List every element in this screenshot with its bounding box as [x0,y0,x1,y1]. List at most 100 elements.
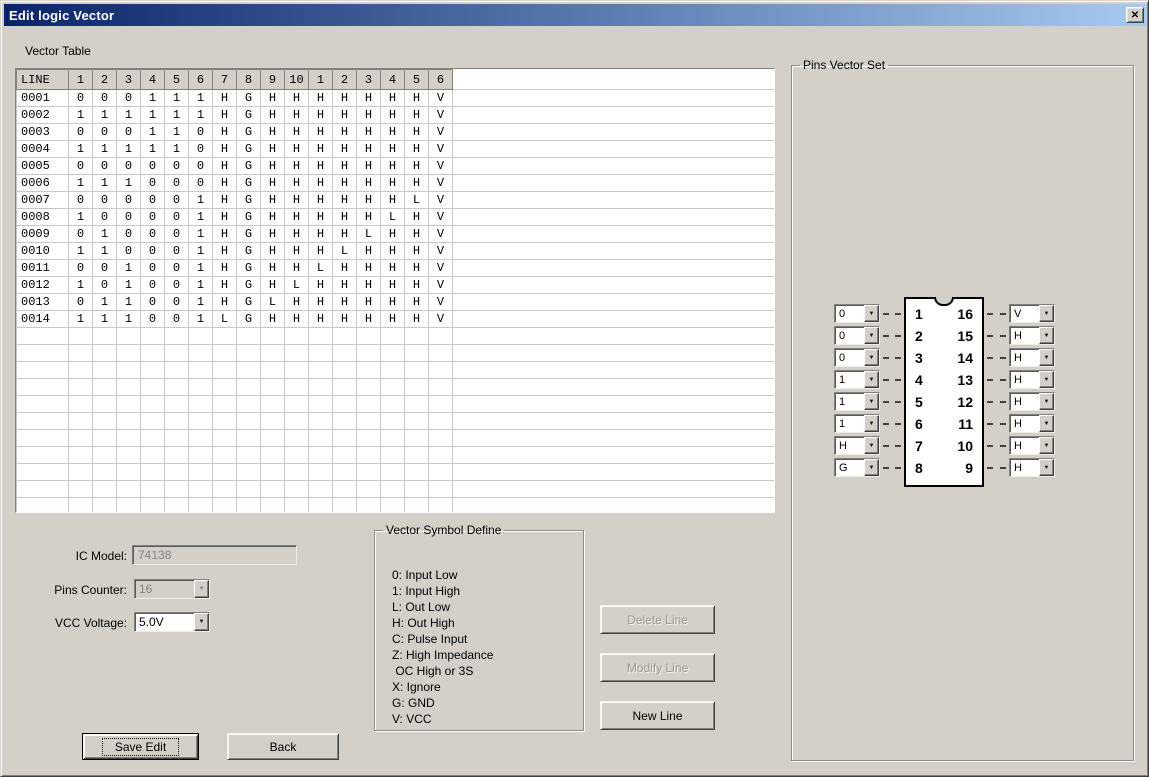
pin-row: H▼ [984,414,1055,433]
table-row[interactable]: 0006111000HGHHHHHHHV [17,175,775,192]
table-row[interactable]: 0013011001HGLHHHHHHV [17,294,775,311]
vector-cell: H [285,260,309,277]
pin-10-select[interactable]: H▼ [1009,436,1055,455]
chevron-down-icon[interactable]: ▼ [1039,305,1054,322]
vector-cell [381,396,405,413]
new-line-button[interactable]: New Line [600,701,715,730]
vector-cell: 0 [117,209,141,226]
vector-cell [405,328,429,345]
table-row[interactable]: 0004111110HGHHHHHHHV [17,141,775,158]
chevron-down-icon[interactable]: ▼ [1039,393,1054,410]
pin-14-select[interactable]: H▼ [1009,348,1055,367]
pin-4-select[interactable]: 1▼ [834,370,880,389]
table-row[interactable]: 0002111111HGHHHHHHHV [17,107,775,124]
chevron-down-icon[interactable]: ▼ [864,327,879,344]
pin-12-select[interactable]: H▼ [1009,392,1055,411]
vector-cell: H [405,90,429,107]
table-row[interactable]: 0007000001HGHHHHHHLV [17,192,775,209]
chevron-down-icon[interactable]: ▼ [194,613,209,631]
vector-cell: V [429,311,453,328]
vector-cell [165,430,189,447]
vector-table[interactable]: LINE123456789101234560001000111HGHHHHHHH… [15,68,775,513]
titlebar[interactable]: Edit logic Vector ✕ [4,4,1147,26]
pin-6-select[interactable]: 1▼ [834,414,880,433]
table-row[interactable]: 0010110001HGHHHLHHHV [17,243,775,260]
pin-5-select[interactable]: 1▼ [834,392,880,411]
pin-15-select[interactable]: H▼ [1009,326,1055,345]
line-number-cell [17,345,69,362]
chevron-down-icon[interactable]: ▼ [864,371,879,388]
pin-13-select[interactable]: H▼ [1009,370,1055,389]
chevron-down-icon[interactable]: ▼ [1039,349,1054,366]
pin-2-select[interactable]: 0▼ [834,326,880,345]
back-label: Back [270,740,297,754]
pin-11-select[interactable]: H▼ [1009,414,1055,433]
vector-cell: H [309,107,333,124]
table-row[interactable]: 0012101001HGHLHHHHHV [17,277,775,294]
vector-cell [381,413,405,430]
vector-cell: H [357,192,381,209]
vector-cell: H [309,175,333,192]
chevron-down-icon[interactable]: ▼ [864,349,879,366]
pin-16-select[interactable]: V▼ [1009,304,1055,323]
vector-cell: H [213,192,237,209]
vector-cell [405,379,429,396]
vector-cell: H [261,277,285,294]
row-filler [453,294,775,311]
column-header: 4 [381,70,405,90]
pin-9-select[interactable]: H▼ [1009,458,1055,477]
chevron-down-icon[interactable]: ▼ [1039,437,1054,454]
vector-cell: H [285,294,309,311]
vector-cell [93,413,117,430]
chevron-down-icon[interactable]: ▼ [864,415,879,432]
table-row[interactable]: 0009010001HGHHHHLHHV [17,226,775,243]
chevron-down-icon[interactable]: ▼ [1039,327,1054,344]
pin-8-select[interactable]: G▼ [834,458,880,477]
row-filler [453,141,775,158]
pin-7-select[interactable]: H▼ [834,436,880,455]
table-row[interactable]: 0014111001LGHHHHHHHV [17,311,775,328]
chevron-down-icon[interactable]: ▼ [864,437,879,454]
pin-1-select[interactable]: 0▼ [834,304,880,323]
chevron-down-icon[interactable]: ▼ [864,305,879,322]
vector-cell [165,498,189,514]
vector-cell: H [357,158,381,175]
pin-9-select-value: H [1010,459,1039,476]
vector-cell: H [381,90,405,107]
vector-cell: 1 [117,311,141,328]
row-filler [453,107,775,124]
vcc-voltage-select[interactable]: 5.0V ▼ [134,612,210,632]
chevron-down-icon[interactable]: ▼ [1039,415,1054,432]
vector-cell [381,481,405,498]
pin-row: H▼ [984,326,1055,345]
chevron-down-icon[interactable]: ▼ [864,393,879,410]
pin-stub-icon [984,423,1009,425]
vector-cell: 0 [165,294,189,311]
table-row[interactable]: 0008100001HGHHHHHLHV [17,209,775,226]
vector-cell [261,464,285,481]
close-button[interactable]: ✕ [1126,7,1144,23]
delete-line-button: Delete Line [600,605,715,634]
line-number-cell: 0007 [17,192,69,209]
table-row[interactable]: 0001000111HGHHHHHHHV [17,90,775,107]
pin-3-select[interactable]: 0▼ [834,348,880,367]
vector-cell: 0 [189,158,213,175]
vector-cell [333,481,357,498]
chevron-down-icon[interactable]: ▼ [1039,459,1054,476]
table-row[interactable]: 0003000110HGHHHHHHHV [17,124,775,141]
chevron-down-icon[interactable]: ▼ [864,459,879,476]
table-row[interactable]: 0005000000HGHHHHHHHV [17,158,775,175]
table-row[interactable]: 0011001001HGHHLHHHHV [17,260,775,277]
vector-cell: 1 [189,311,213,328]
save-edit-button[interactable]: Save Edit [82,733,199,760]
vector-cell: 0 [117,124,141,141]
vector-cell [405,413,429,430]
row-filler [453,90,775,107]
vector-cell [93,430,117,447]
vector-cell [405,498,429,514]
pin-stub-icon [880,445,904,447]
vector-cell: 1 [189,277,213,294]
back-button[interactable]: Back [227,733,339,760]
row-filler [453,192,775,209]
chevron-down-icon[interactable]: ▼ [1039,371,1054,388]
